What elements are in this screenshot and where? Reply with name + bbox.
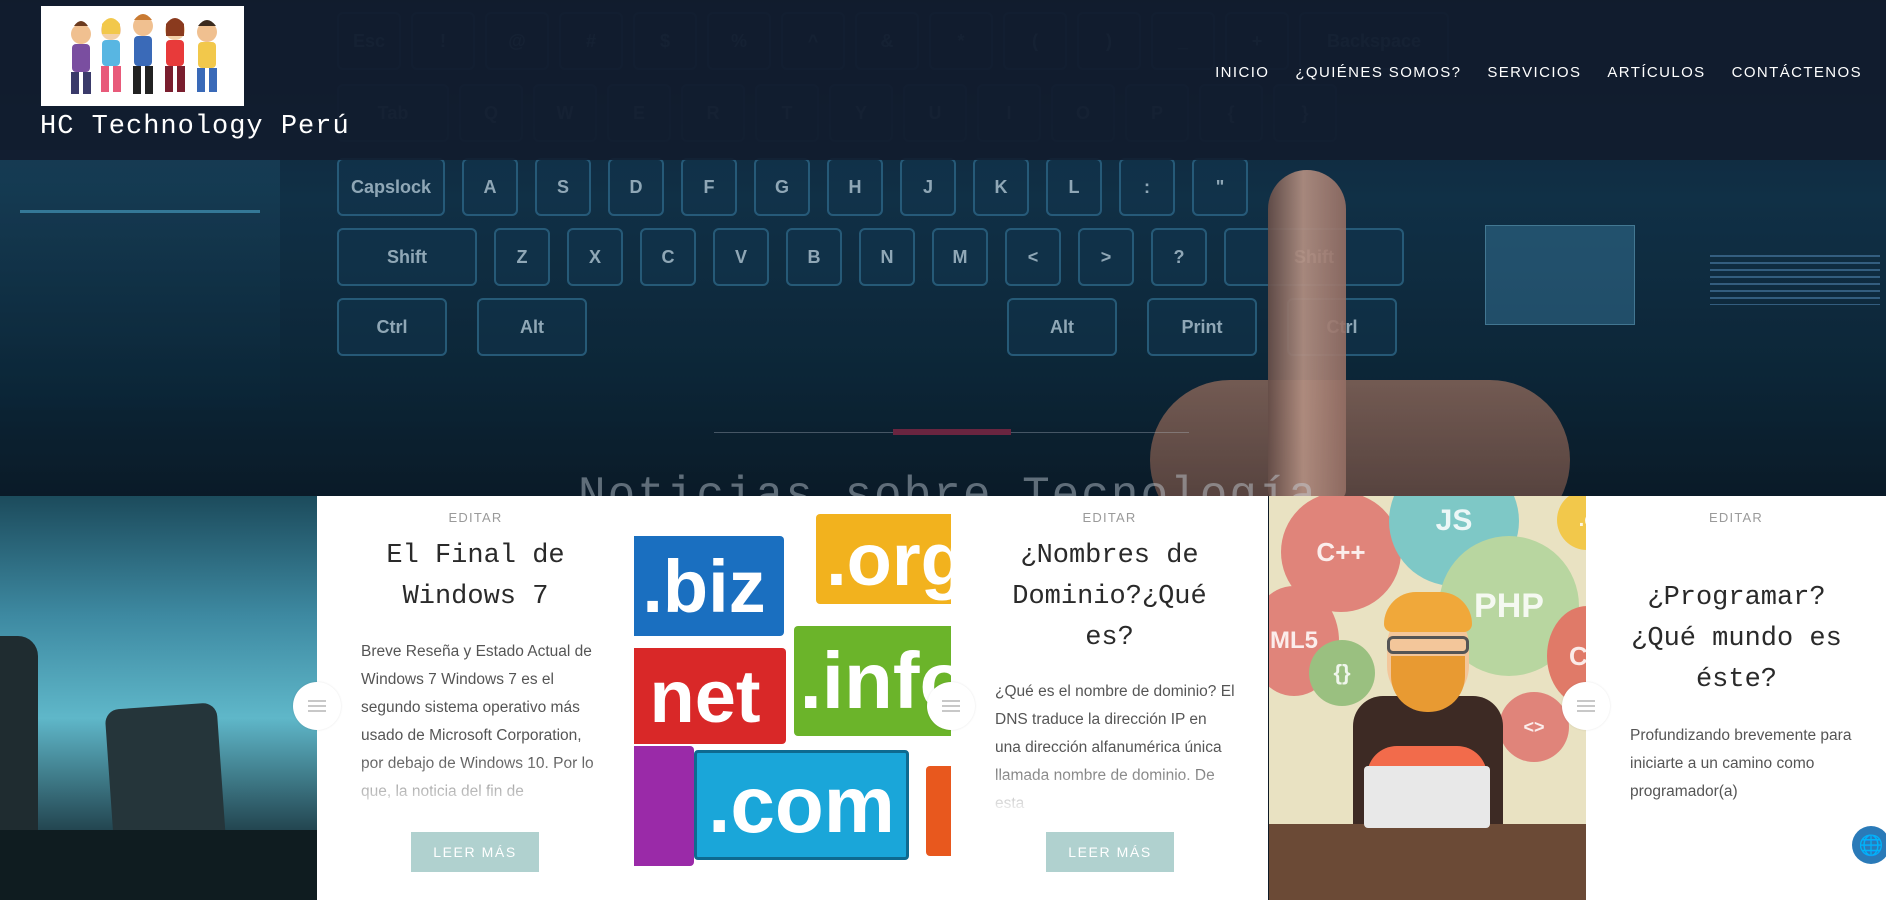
glasses-graphic — [1387, 636, 1469, 654]
site-logo[interactable] — [41, 6, 244, 106]
hero-title: Noticias sobre Tecnología — [578, 470, 1319, 496]
grass-graphic — [0, 830, 317, 900]
domain-sign-com: .com — [694, 750, 909, 860]
nav-item-quienes-somos[interactable]: ¿QUIÉNES SOMOS? — [1295, 64, 1461, 81]
nav-item-articulos[interactable]: ARTÍCULOS — [1607, 64, 1705, 81]
site-header: HC Technology Perú INICIO ¿QUIÉNES SOMOS… — [0, 0, 1886, 160]
post-image-windows7[interactable] — [0, 496, 317, 900]
post-format-icon — [1562, 682, 1610, 730]
post-excerpt: Profundizando brevemente para iniciarte … — [1630, 727, 1852, 800]
read-more-button[interactable]: LEER MÁS — [411, 832, 539, 872]
post-excerpt: Breve Reseña y Estado Actual de Windows … — [361, 638, 601, 816]
code-bubble: <> — [1499, 692, 1569, 762]
posts-grid: EDITAR El Final de Windows 7 Breve Reseñ… — [0, 496, 1886, 900]
post-card: EDITAR ¿Nombres de Dominio?¿Qué es? ¿Qué… — [951, 496, 1268, 900]
post-title[interactable]: ¿Programar? ¿Qué mundo es éste? — [1608, 578, 1865, 701]
excerpt-fade — [995, 756, 1235, 816]
domain-sign-info: .info — [794, 626, 951, 736]
person-hair-graphic — [1384, 592, 1472, 632]
post-format-icon — [293, 682, 341, 730]
desk-graphic — [1269, 824, 1587, 900]
excerpt-fade — [361, 756, 601, 816]
domain-sign-org: .org — [816, 514, 951, 604]
edit-link[interactable]: EDITAR — [951, 510, 1268, 525]
kids-jumping-logo-icon — [71, 14, 217, 94]
domain-sign-orange — [926, 766, 951, 856]
post-card: EDITAR ¿Programar? ¿Qué mundo es éste? P… — [1586, 496, 1886, 900]
nav-item-inicio[interactable]: INICIO — [1215, 64, 1269, 81]
post-title[interactable]: El Final de Windows 7 — [347, 536, 604, 618]
post-image-programmer[interactable]: C++ JS PHP ML5 {} <> CS .c — [1269, 496, 1587, 900]
edit-link[interactable]: EDITAR — [317, 510, 634, 525]
post-title[interactable]: ¿Nombres de Dominio?¿Qué es? — [981, 536, 1238, 659]
edit-link[interactable]: EDITAR — [1586, 510, 1886, 525]
domain-sign-purple — [634, 746, 694, 866]
domain-sign-biz: .biz — [634, 536, 784, 636]
slider-active-indicator[interactable] — [893, 429, 1011, 435]
post-excerpt: ¿Qué es el nombre de dominio? El DNS tra… — [995, 678, 1235, 816]
laptop-icon — [1364, 766, 1490, 828]
language-switcher-globe-icon[interactable]: 🌐 — [1852, 826, 1886, 864]
read-more-button[interactable]: LEER MÁS — [1046, 832, 1174, 872]
domain-sign-net: net — [634, 648, 786, 744]
nav-item-contactenos[interactable]: CONTÁCTENOS — [1732, 64, 1862, 81]
main-nav: INICIO ¿QUIÉNES SOMOS? SERVICIOS ARTÍCUL… — [1215, 64, 1862, 81]
nav-item-servicios[interactable]: SERVICIOS — [1487, 64, 1581, 81]
code-bubble: {} — [1309, 640, 1375, 706]
site-title[interactable]: HC Technology Perú — [40, 112, 350, 142]
code-bubble: .c — [1557, 496, 1587, 550]
post-format-icon — [927, 682, 975, 730]
post-image-domains[interactable]: .biz .org net .info .com — [634, 496, 951, 900]
post-card: EDITAR El Final de Windows 7 Breve Reseñ… — [317, 496, 634, 900]
